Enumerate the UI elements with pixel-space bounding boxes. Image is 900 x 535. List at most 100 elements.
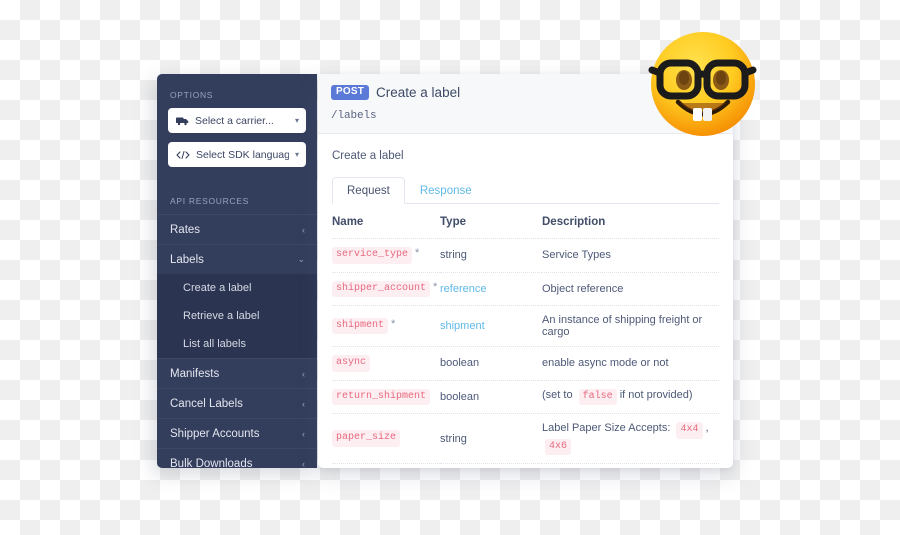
http-method-badge: POST (331, 85, 370, 100)
tab-request[interactable]: Request (332, 177, 405, 204)
sidebar-item-label: Labels (170, 253, 204, 266)
sidebar-subitem-create-a-label[interactable]: Create a label (157, 274, 317, 302)
param-description-text: Label Paper Size Accepts: (542, 422, 671, 434)
sdk-language-select[interactable]: Select SDK language ▾ (168, 142, 306, 167)
chevron-left-icon: ‹ (302, 224, 305, 235)
desc-code-chip: 4x6 (545, 438, 572, 455)
param-name-cell: paper_size (332, 413, 440, 464)
param-type-cell: string (440, 238, 542, 273)
screenshot-stage: OPTIONS Select a carrier... ▾ Select SDK… (0, 0, 900, 535)
required-asterisk: * (433, 280, 438, 293)
table-row: shipment * shipment An instance of shipping… (332, 305, 719, 347)
param-description-text: Object reference (542, 282, 624, 295)
sidebar-options-heading: OPTIONS (170, 90, 214, 100)
sidebar-item-label: Shipper Accounts (170, 427, 260, 440)
chevron-left-icon: ‹ (302, 428, 305, 439)
desc-separator: , (702, 422, 709, 434)
param-description-text: enable async mode or not (542, 357, 669, 370)
table-row: service_type * string Service Types (332, 238, 719, 273)
sidebar-item-label: Cancel Labels (170, 397, 243, 410)
param-description-cell: Object reference (542, 272, 719, 306)
required-asterisk: * (415, 247, 420, 259)
doc-tabs: Request Response (332, 176, 719, 204)
param-description-cell: enable async mode or not (542, 346, 719, 381)
sidebar-item-rates[interactable]: Rates ‹ (157, 214, 317, 244)
param-name-code: shipment (332, 317, 389, 335)
param-name-code: paper_size (332, 430, 401, 447)
sidebar-subitem-label: List all labels (183, 338, 246, 350)
sidebar-item-label: Bulk Downloads (170, 457, 253, 469)
sidebar-subitem-list-all-labels[interactable]: List all labels (157, 330, 317, 358)
param-type-text: boolean (440, 357, 480, 370)
param-description-cell: An instance of shipping freight or cargo (542, 305, 719, 347)
param-name-cell: return_shipment (332, 380, 440, 414)
param-name-cell: shipment * (332, 305, 440, 347)
table-row: shipper_account * reference Object referenc… (332, 272, 719, 306)
param-name-cell: ship_date (332, 463, 440, 468)
param-description-cell: Ship Date in YYYY-MM-DD, (542, 463, 719, 468)
param-description-suffix: if not provided) (619, 388, 693, 401)
param-name-cell: shipper_account * (332, 272, 440, 306)
param-description-text: An instance of shipping freight or cargo (542, 314, 703, 338)
param-name-code: shipper_account (332, 280, 431, 297)
table-row: async boolean enable async mode or not (332, 346, 719, 381)
sidebar-item-cancel-labels[interactable]: Cancel Labels ‹ (157, 388, 317, 418)
column-header-type: Type (440, 204, 542, 239)
sidebar-item-shipper-accounts[interactable]: Shipper Accounts ‹ (157, 418, 317, 448)
sidebar-item-bulk-downloads[interactable]: Bulk Downloads ‹ (157, 448, 317, 468)
chevron-down-icon: ⌄ (297, 254, 305, 264)
param-description-text: (set to (542, 388, 573, 401)
param-name-cell: service_type * (332, 238, 440, 273)
sidebar-subitem-retrieve-a-label[interactable]: Retrieve a label (157, 302, 317, 330)
param-type-text: string (440, 432, 467, 445)
column-header-name: Name (332, 204, 440, 239)
page-title: Create a label (376, 85, 461, 100)
parameters-table-body: service_type * string Service Types shipper_… (332, 238, 719, 468)
column-header-description: Description (542, 204, 719, 239)
param-type-cell: boolean (440, 346, 542, 381)
carrier-select-label: Select a carrier... (195, 114, 274, 127)
param-type-cell: reference (440, 272, 542, 306)
desc-code-chip: false (578, 388, 617, 405)
truck-icon (176, 116, 189, 126)
param-type-text: boolean (440, 390, 480, 403)
sidebar-subitem-label: Retrieve a label (183, 310, 260, 322)
param-type-cell: boolean (440, 380, 542, 414)
param-type-cell: shipment (440, 305, 542, 347)
table-row: ship_datestringShip Date in YYYY-MM-DD, (332, 463, 719, 468)
chevron-left-icon: ‹ (302, 368, 305, 379)
table-row: paper_size string Label Paper Size Accepts… (332, 413, 719, 464)
param-description-text: Service Types (542, 249, 611, 262)
sidebar-subitem-label: Create a label (183, 282, 252, 294)
doc-body: Create a label Request Response Name Typ… (318, 134, 733, 468)
desc-code-chip: 4x4 (676, 422, 703, 439)
sidebar: OPTIONS Select a carrier... ▾ Select SDK… (157, 74, 317, 468)
carrier-select[interactable]: Select a carrier... ▾ (168, 108, 306, 133)
param-type-cell: string (440, 463, 542, 468)
param-name-code: return_shipment (332, 388, 431, 405)
param-type-link[interactable]: shipment (440, 320, 485, 332)
chevron-down-icon: ▾ (294, 150, 299, 159)
param-description-cell: Service Types (542, 238, 719, 273)
sidebar-api-resources-heading: API RESOURCES (170, 196, 250, 206)
code-icon (176, 150, 190, 160)
sidebar-item-labels[interactable]: Labels ⌄ (157, 244, 317, 274)
param-description-cell: (set to false if not provided) (542, 380, 719, 414)
param-type-link[interactable]: reference (440, 283, 486, 295)
sidebar-labels-submenu: Create a label Retrieve a label List all… (157, 274, 317, 358)
param-name-code: async (332, 355, 371, 372)
param-name-cell: async (332, 346, 440, 381)
sidebar-item-manifests[interactable]: Manifests ‹ (157, 358, 317, 388)
param-description-cell: Label Paper Size Accepts: 4x4 , 4x6 (542, 413, 719, 464)
parameters-table: Name Type Description service_type * strin… (332, 204, 719, 468)
chevron-left-icon: ‹ (302, 398, 305, 409)
required-asterisk: * (391, 317, 396, 330)
sidebar-item-label: Manifests (170, 367, 220, 380)
param-type-cell: string (440, 413, 542, 464)
tab-response[interactable]: Response (405, 177, 487, 204)
table-row: return_shipment boolean (set to false if n… (332, 380, 719, 414)
param-name-code: service_type (332, 247, 413, 264)
param-type-text: string (440, 249, 467, 262)
sdk-language-select-label: Select SDK language (196, 148, 289, 161)
nerd-face-emoji (648, 28, 758, 138)
